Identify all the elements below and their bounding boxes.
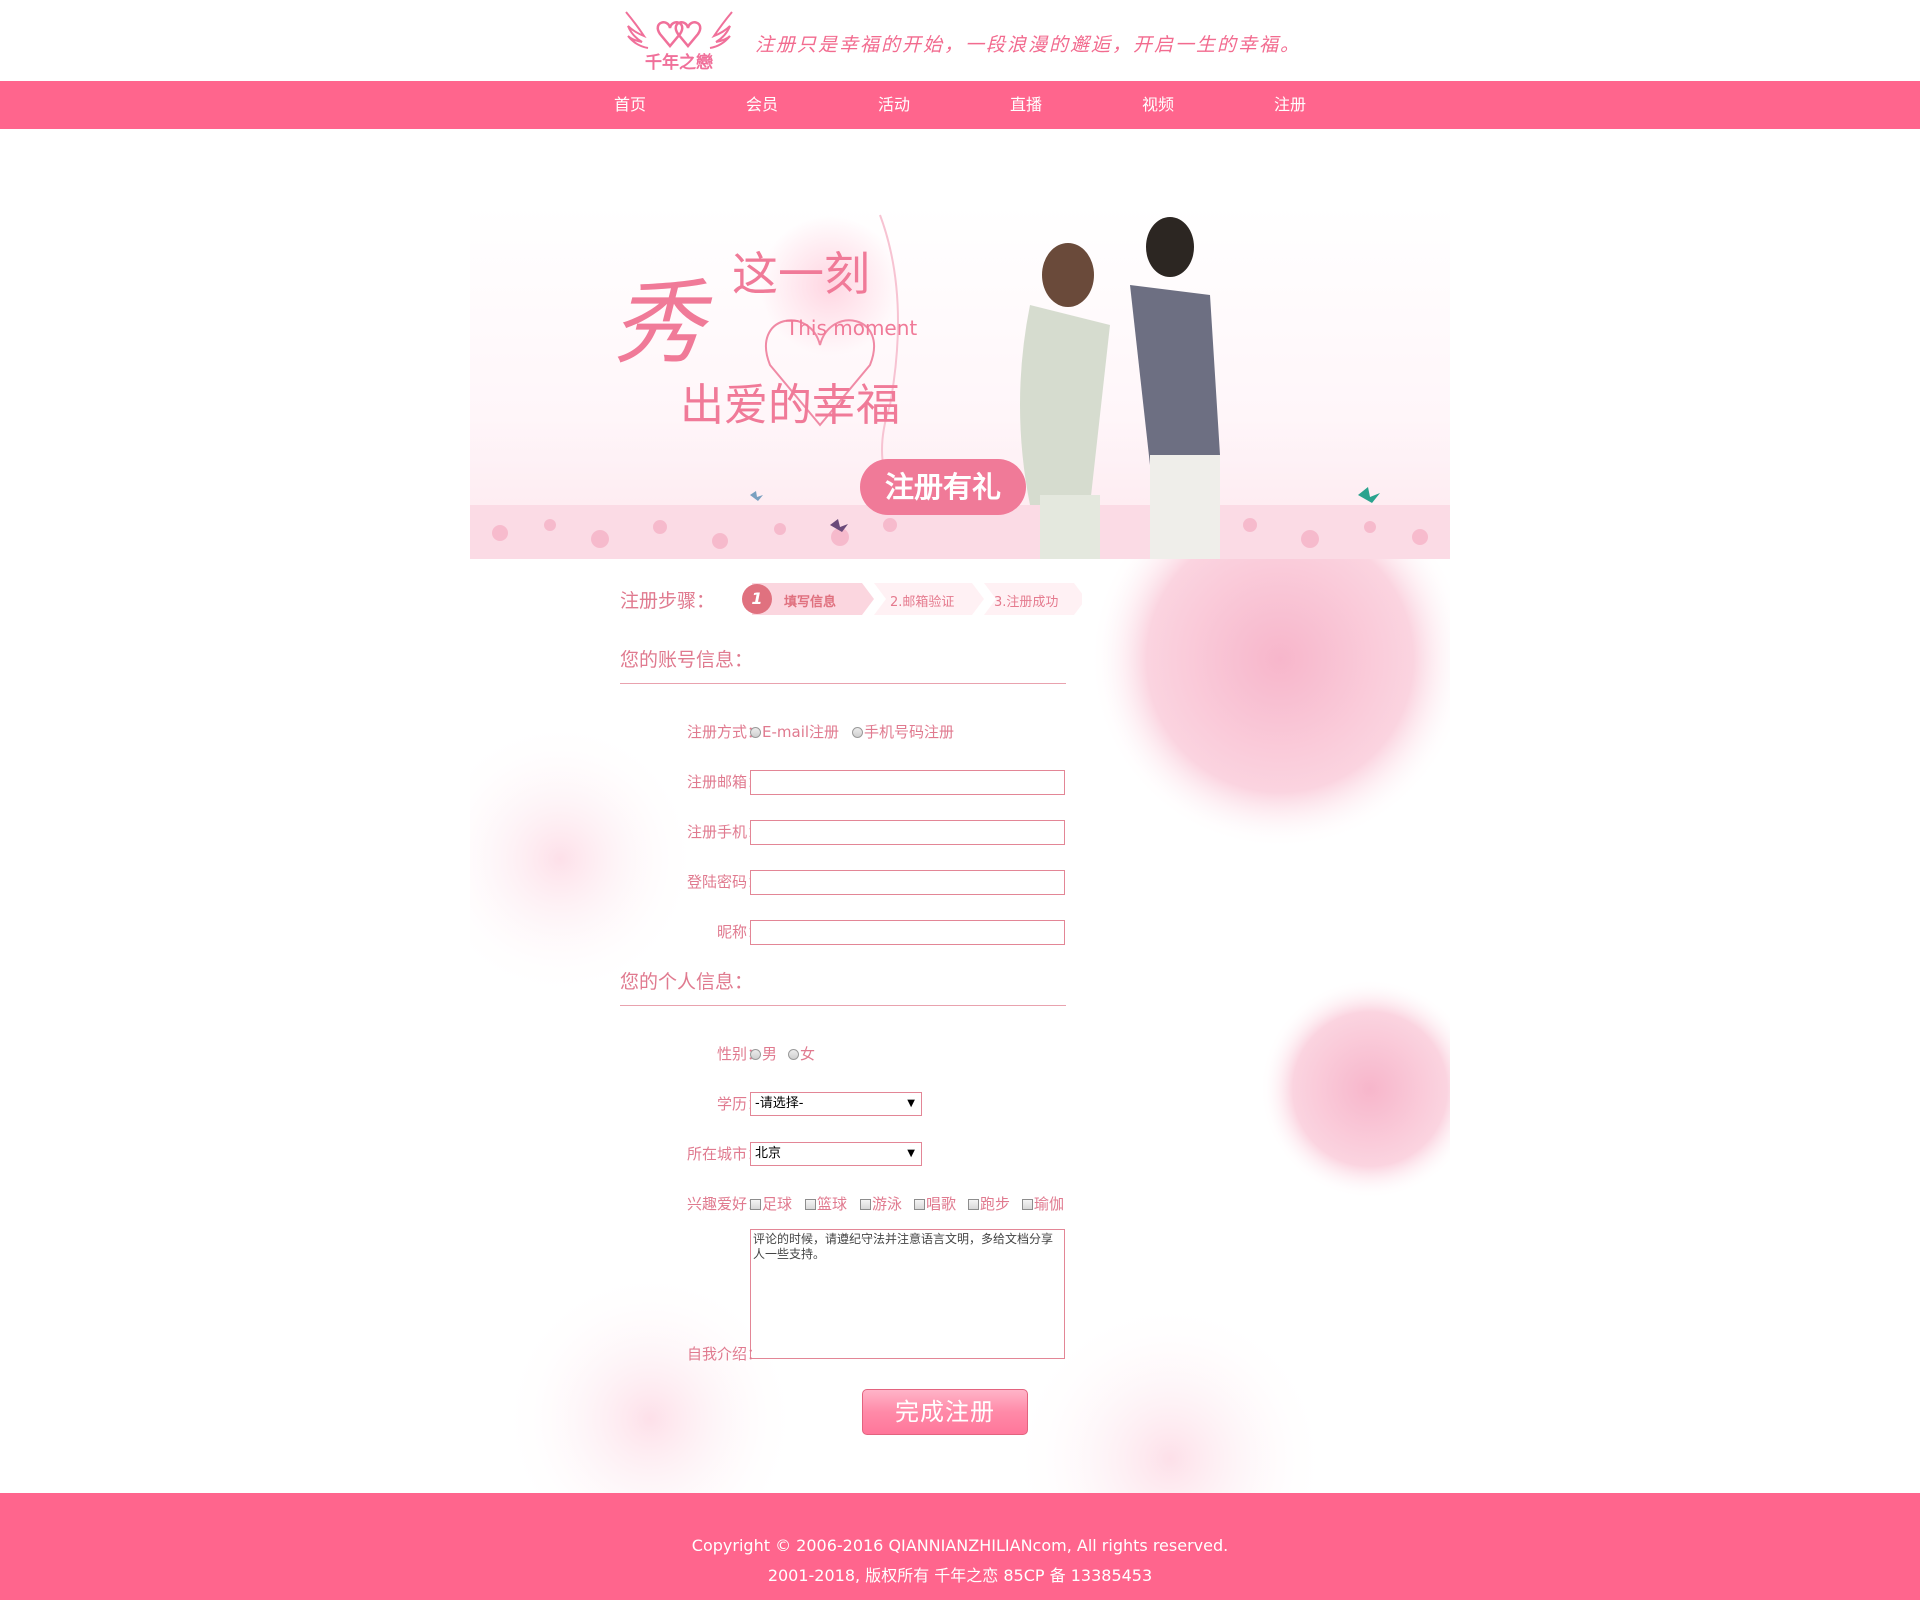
step-email-verify: 2.邮箱验证 [890, 595, 955, 610]
hobby-running[interactable]: 跑步 [968, 1193, 1010, 1214]
step-fill-info-label: 填写信息 [784, 595, 837, 610]
account-section-title: 您的账号信息： [620, 649, 754, 671]
hobby-options: 足球 篮球 游泳 唱歌 跑步 瑜伽 [750, 1193, 1080, 1213]
gender-option-male[interactable]: 男 [750, 1043, 777, 1064]
city-selected-value: 北京 [755, 1146, 782, 1161]
email-label: 注册邮箱： [686, 773, 762, 791]
nav-item-home[interactable]: 首页 [614, 81, 734, 129]
method-options: E-mail注册 手机号码注册 [750, 721, 1070, 741]
promo-banner: 秀 这一刻 This moment 出爱的幸福 注册有礼 [470, 205, 1450, 559]
self-intro-textarea[interactable]: 评论的时候，请遵纪守法并注意语言文明，多给文档分享人一些支持。 [750, 1229, 1065, 1359]
copyright-text: Copyright © 2006-2016 QIANNIANZHILIANcom… [691, 1536, 1229, 1555]
city-select[interactable]: 北京 ▼ [750, 1142, 922, 1166]
hobby-yoga[interactable]: 瑜伽 [1022, 1193, 1064, 1214]
site-header: 千年之戀 注册只是幸福的开始，一段浪漫的邂逅，开启一生的幸福。 [0, 0, 1920, 82]
city-label: 所在城市： [686, 1145, 762, 1163]
checkbox-icon[interactable] [805, 1199, 816, 1210]
method-option-email[interactable]: E-mail注册 [750, 721, 839, 742]
checkbox-icon[interactable] [968, 1199, 979, 1210]
phone-field[interactable] [750, 820, 1065, 845]
step-success: 3.注册成功 [994, 595, 1059, 610]
dropdown-arrow-icon: ▼ [907, 1148, 915, 1159]
hobby-label: 兴趣爱好： [686, 1195, 762, 1213]
banner-artwork: 秀 这一刻 This moment 出爱的幸福 注册有礼 [470, 214, 1450, 559]
method-label: 注册方式： [686, 723, 762, 741]
svg-text:秀: 秀 [612, 270, 713, 377]
svg-text:出爱的幸福: 出爱的幸福 [680, 380, 900, 431]
divider [620, 683, 1066, 684]
svg-text:这一刻: 这一刻 [732, 247, 870, 301]
radio-icon[interactable] [750, 727, 761, 738]
personal-section-title: 您的个人信息： [620, 971, 754, 993]
registration-panel: 注册步骤： 1 填写信息 2.邮箱验证 3.注册成功 您的账号信息： 注册方式：… [470, 559, 1450, 1493]
site-footer: Copyright © 2006-2016 QIANNIANZHILIANcom… [0, 1493, 1920, 1600]
complete-registration-button[interactable]: 完成注册 [862, 1389, 1028, 1435]
nav-item-members[interactable]: 会员 [746, 81, 866, 129]
radio-icon[interactable] [852, 727, 863, 738]
radio-icon[interactable] [788, 1049, 799, 1060]
icp-text: 2001-2018, 版权所有 千年之恋 85CP 备 13385453 [767, 1566, 1153, 1585]
nav-item-live[interactable]: 直播 [1010, 81, 1130, 129]
intro-label: 自我介绍： [686, 1345, 762, 1363]
gender-option-female[interactable]: 女 [788, 1043, 815, 1064]
header-slogan: 注册只是幸福的开始，一段浪漫的邂逅，开启一生的幸福。 [755, 34, 1302, 56]
email-field[interactable] [750, 770, 1065, 795]
nav-item-video[interactable]: 视频 [1142, 81, 1262, 129]
hobby-basketball[interactable]: 篮球 [805, 1193, 847, 1214]
password-label: 登陆密码： [686, 873, 762, 891]
svg-text:千年之戀: 千年之戀 [645, 52, 713, 73]
divider [620, 1005, 1066, 1006]
svg-text:This moment: This moment [785, 316, 917, 340]
education-select[interactable]: -请选择- ▼ [750, 1092, 922, 1116]
method-option-phone[interactable]: 手机号码注册 [852, 721, 954, 742]
checkbox-icon[interactable] [860, 1199, 871, 1210]
education-label: 学历： [716, 1095, 762, 1113]
main-nav: 首页 会员 活动 直播 视频 注册 [0, 81, 1920, 129]
nickname-field[interactable] [750, 920, 1065, 945]
password-field[interactable] [750, 870, 1065, 895]
steps-label: 注册步骤： [620, 590, 716, 612]
step-number: 1 [742, 584, 772, 614]
dropdown-arrow-icon: ▼ [907, 1098, 915, 1109]
phone-label: 注册手机： [686, 823, 762, 841]
hobby-singing[interactable]: 唱歌 [914, 1193, 956, 1214]
radio-icon[interactable] [750, 1049, 761, 1060]
step-fill-info: 1 填写信息 [742, 583, 867, 615]
checkbox-icon[interactable] [1022, 1199, 1033, 1210]
nav-item-register[interactable]: 注册 [1274, 81, 1394, 129]
gender-label: 性别： [716, 1045, 762, 1063]
checkbox-icon[interactable] [914, 1199, 925, 1210]
hobby-football[interactable]: 足球 [750, 1193, 792, 1214]
checkbox-icon[interactable] [750, 1199, 761, 1210]
site-logo[interactable]: 千年之戀 [622, 6, 736, 76]
hobby-swimming[interactable]: 游泳 [860, 1193, 902, 1214]
education-selected-value: -请选择- [755, 1096, 804, 1111]
gender-options: 男 女 [750, 1043, 870, 1063]
nickname-label: 昵称： [716, 923, 762, 941]
register-gift-badge[interactable]: 注册有礼 [885, 470, 1001, 504]
nav-item-events[interactable]: 活动 [878, 81, 998, 129]
